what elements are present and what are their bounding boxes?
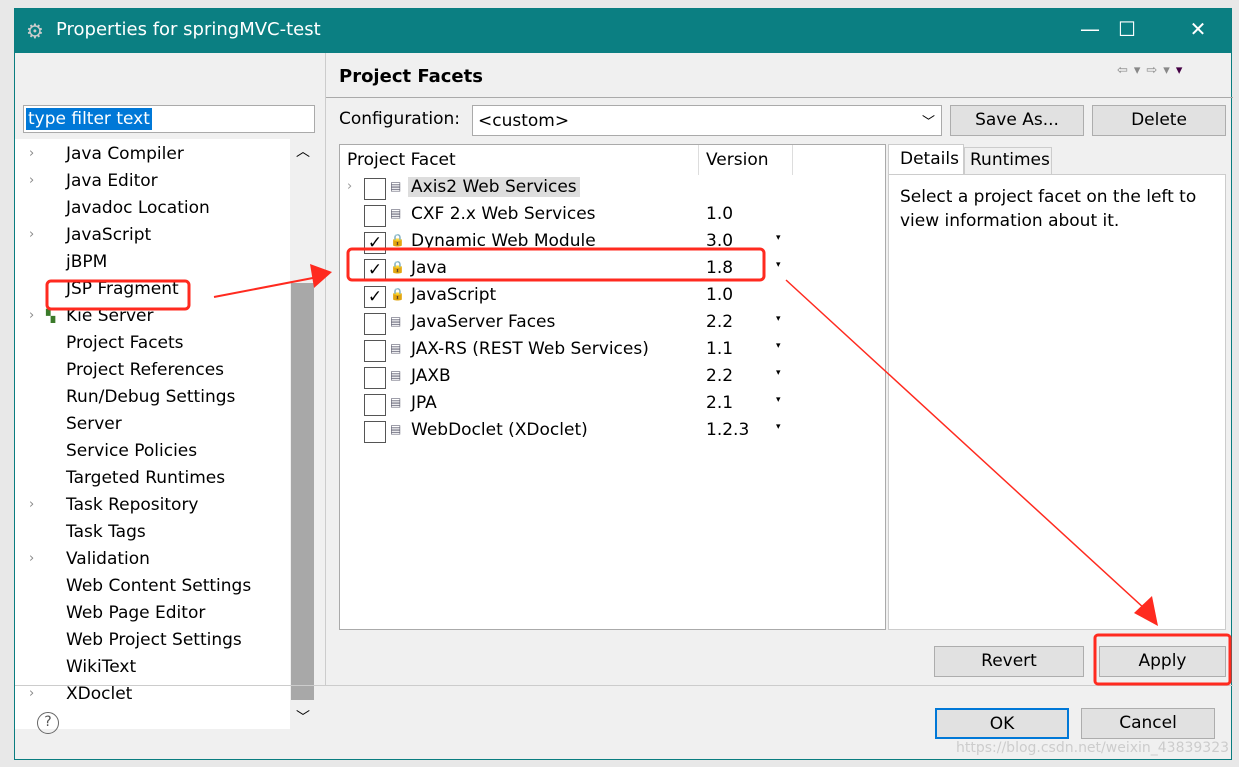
highlight-java-row bbox=[346, 247, 766, 282]
arrowhead-java bbox=[310, 264, 332, 288]
arrowhead-apply bbox=[1134, 596, 1158, 626]
annotation-overlay bbox=[45, 247, 1232, 686]
arrow-to-apply bbox=[785, 279, 1147, 611]
highlight-apply bbox=[1093, 633, 1232, 686]
arrow-to-java bbox=[213, 276, 319, 298]
highlight-project-facets bbox=[45, 279, 191, 311]
